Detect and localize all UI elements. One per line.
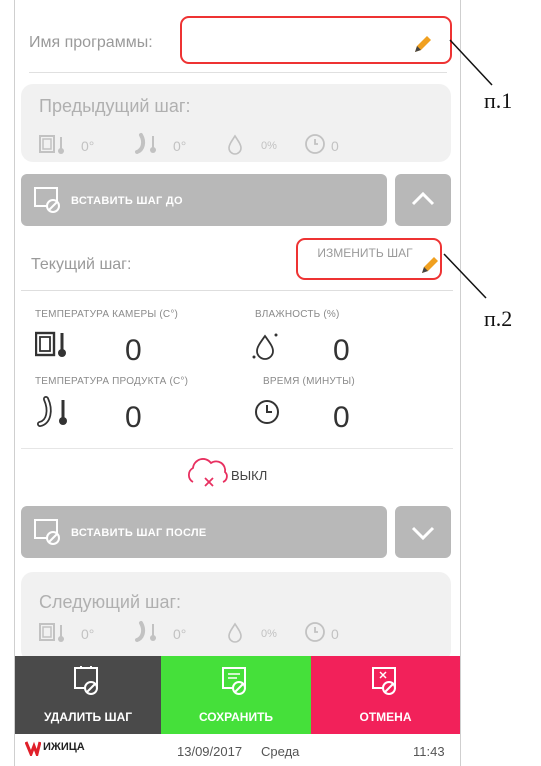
previous-step-title: Предыдущий шаг: — [39, 96, 191, 116]
chamber-icon — [39, 623, 64, 642]
product-temp-label: ТЕМПЕРАТУРА ПРОДУКТА (С°) — [35, 376, 189, 387]
divider — [21, 290, 453, 291]
time-value: 0 — [333, 401, 350, 434]
chamber-temp-label: ТЕМПЕРАТУРА КАМЕРЫ (С°) — [35, 309, 179, 320]
insert-step-icon — [34, 519, 60, 545]
humidity-icon — [228, 622, 242, 643]
chevron-up-icon — [411, 191, 435, 206]
callout-label-p1: п.1 — [484, 88, 513, 113]
humidity-label: ВЛАЖНОСТЬ (%) — [255, 309, 340, 320]
callout-box-program — [180, 16, 452, 64]
previous-temp-product: 0° — [173, 138, 187, 154]
current-step-title: Текущий шаг: — [31, 256, 132, 273]
callout-leader-lines — [443, 39, 493, 299]
program-name-underline — [29, 72, 447, 73]
chamber-icon — [39, 135, 64, 154]
sausage-icon — [135, 621, 156, 642]
product-temp-icon — [37, 396, 67, 427]
humidity-icon — [228, 134, 242, 155]
chamber-temp-value: 0 — [125, 334, 142, 367]
cancel-step-icon — [372, 667, 396, 695]
callout-label-p2: п.2 — [484, 306, 513, 331]
chamber-temp-icon — [35, 331, 66, 357]
save-step-icon — [222, 667, 246, 695]
previous-humidity: 0% — [261, 140, 277, 152]
cancel-label: ОТМЕНА — [359, 710, 412, 724]
insert-before-label: ВСТАВИТЬ ШАГ ДО — [71, 195, 183, 207]
program-name-label: Имя программы: — [29, 34, 153, 51]
chevron-down-icon — [411, 526, 435, 541]
footer-time: 11:43 — [413, 744, 445, 759]
save-label: СОХРАНИТЬ — [198, 710, 274, 724]
save-button[interactable]: СОХРАНИТЬ — [161, 656, 311, 734]
brand-name: ИЖИЦА — [43, 741, 85, 753]
divider — [21, 448, 453, 449]
previous-temp-chamber: 0° — [81, 138, 95, 154]
sausage-icon — [135, 133, 156, 154]
cancel-button[interactable]: ОТМЕНА — [311, 656, 460, 734]
next-step-title: Следующий шаг: — [39, 592, 182, 612]
previous-time: 0 — [331, 138, 339, 154]
callout-box-edit — [296, 238, 442, 280]
delete-step-label: УДАЛИТЬ ШАГ — [43, 710, 133, 724]
phone-screen: Имя программы: Предыдущий шаг: 0° 0° 0% … — [14, 0, 461, 766]
delete-step-icon — [74, 666, 98, 695]
smoke-status: ВЫКЛ — [231, 468, 268, 483]
humidity-icon — [252, 333, 278, 360]
next-step-card — [21, 572, 451, 662]
clock-icon — [305, 134, 325, 154]
brand-logo-icon — [25, 741, 41, 756]
smoke-cloud-icon[interactable] — [183, 454, 233, 490]
next-time: 0 — [331, 626, 339, 642]
insert-after-label: ВСТАВИТЬ ШАГ ПОСЛЕ — [71, 527, 207, 539]
footer-date: 13/09/2017 — [177, 744, 243, 759]
next-humidity: 0% — [261, 628, 277, 640]
humidity-value: 0 — [333, 334, 350, 367]
clock-icon — [305, 622, 325, 642]
time-label: ВРЕМЯ (МИНУТЫ) — [263, 376, 355, 387]
next-temp-chamber: 0° — [81, 626, 95, 642]
product-temp-value: 0 — [125, 401, 142, 434]
insert-step-icon — [34, 187, 60, 213]
footer-weekday: Среда — [261, 744, 300, 759]
next-temp-product: 0° — [173, 626, 187, 642]
delete-step-button[interactable]: УДАЛИТЬ ШАГ — [15, 656, 161, 734]
timer-icon — [255, 400, 279, 424]
